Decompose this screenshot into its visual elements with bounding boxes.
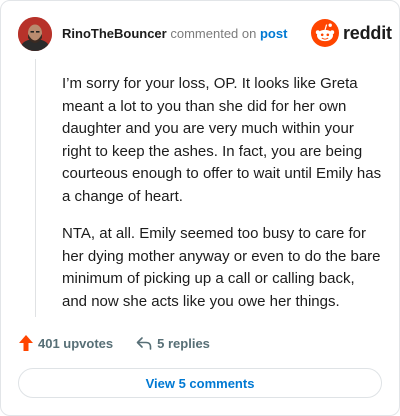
post-link[interactable]: post bbox=[260, 26, 287, 41]
view-comments-button[interactable]: View 5 comments bbox=[18, 368, 382, 398]
comment-header: RinoTheBouncer commented on post bbox=[62, 26, 287, 41]
comment-paragraph: NTA, at all. Emily seemed too busy to ca… bbox=[62, 225, 381, 310]
upvote-arrow-icon bbox=[19, 335, 33, 351]
avatar[interactable] bbox=[18, 17, 52, 51]
comment-card: RinoTheBouncer commented on post reddit … bbox=[0, 0, 400, 416]
reply-arrow-icon bbox=[136, 337, 152, 350]
replies-count: 5 replies bbox=[157, 335, 210, 351]
author-username[interactable]: RinoTheBouncer bbox=[62, 26, 167, 41]
comment-paragraph: I’m sorry for your loss, OP. It looks li… bbox=[62, 75, 382, 205]
upvote-button[interactable]: 401 upvotes bbox=[18, 334, 113, 352]
comment-actions: 401 upvotes 5 replies bbox=[18, 334, 210, 352]
reddit-alien-icon bbox=[311, 19, 339, 47]
reddit-wordmark: reddit bbox=[343, 22, 392, 43]
reddit-logo[interactable]: reddit bbox=[311, 19, 392, 47]
comment-body: I’m sorry for your loss, OP. It looks li… bbox=[62, 73, 382, 328]
upvote-count: 401 upvotes bbox=[38, 335, 114, 351]
thread-line[interactable] bbox=[35, 59, 36, 317]
commented-on-text: commented on bbox=[170, 26, 257, 41]
replies-button[interactable]: 5 replies bbox=[135, 335, 210, 351]
